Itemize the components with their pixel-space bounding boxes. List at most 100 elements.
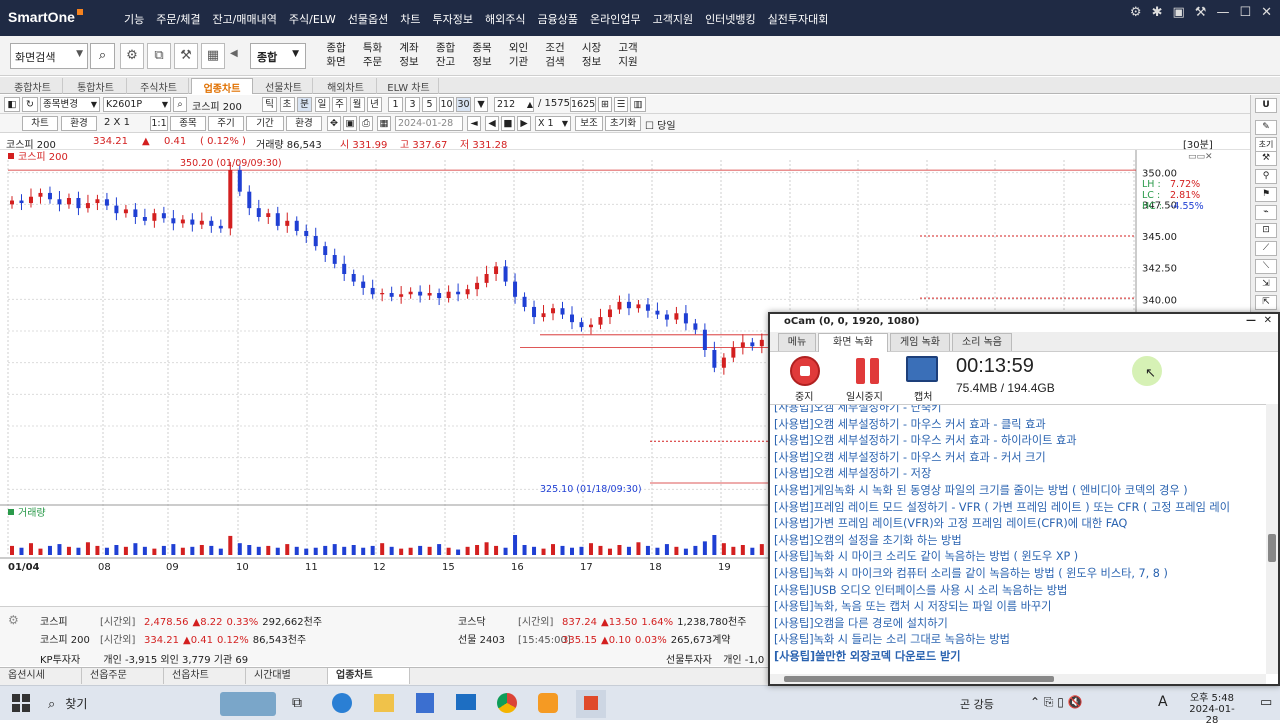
settings-icon[interactable]: ✱ — [1152, 5, 1163, 20]
menu-item[interactable]: 주문/체결 — [150, 11, 206, 27]
help-link[interactable]: [사용팁]USB 오디오 인터페이스를 사용 시 소리 녹음하는 방법 — [774, 582, 1067, 598]
chart-tab[interactable]: 업종차트 — [191, 78, 253, 95]
interval-dropdown[interactable]: ▼ — [474, 97, 488, 112]
notification-icon[interactable]: ▭ — [1260, 695, 1272, 710]
edge-icon[interactable] — [332, 693, 352, 713]
refresh-button[interactable]: ↻ — [22, 97, 38, 112]
assist-button[interactable]: 보조 — [575, 116, 603, 131]
help-link[interactable]: [사용법]오캠 세부설정하기 - 마우스 커서 효과 - 커서 크기 — [774, 449, 1046, 465]
toolbar-menu-item[interactable]: 종목 정보 — [464, 41, 500, 69]
windows-start-icon[interactable] — [12, 694, 30, 712]
menu-item[interactable]: 차트 — [394, 11, 426, 27]
help-link[interactable]: [사용법]오캠 세부설정하기 - 마우스 커서 효과 - 클릭 효과 — [774, 416, 1046, 432]
today-checkbox[interactable]: ☐ 당일 — [645, 117, 676, 132]
menu-item[interactable]: 실전투자대회 — [762, 11, 835, 27]
reset-button[interactable]: 초기화 — [605, 116, 641, 131]
draw-tool-5[interactable]: ⌁ — [1255, 205, 1277, 220]
period-button[interactable]: 초 — [279, 97, 295, 112]
chart-tab[interactable]: 해외차트 — [315, 78, 377, 94]
bottom-tab[interactable]: 시간대별 — [246, 668, 328, 684]
tools-icon[interactable]: ⚒ — [1195, 5, 1207, 20]
move-button[interactable]: ✥ — [327, 116, 341, 131]
clock[interactable]: 오후 5:48 2024-01-28 — [1184, 689, 1240, 726]
new-window-button[interactable]: ⧉ — [147, 43, 171, 69]
minimize-icon[interactable]: — — [1216, 5, 1229, 20]
help-link[interactable]: [사용법]프레임 레이트 모드 설정하기 - VFR ( 가변 프레임 레이트 … — [774, 499, 1230, 515]
chrome-icon[interactable] — [497, 693, 517, 713]
layout-button[interactable]: ▦ — [201, 43, 225, 69]
stop-button[interactable]: ■ — [501, 116, 515, 131]
help-link[interactable]: [사용법]오캠 세부설정하기 - 마우스 커서 효과 - 하이라이트 효과 — [774, 432, 1077, 448]
chart-style-button[interactable]: ▥ — [630, 97, 646, 112]
menu-item[interactable]: 잔고/매매내역 — [206, 11, 282, 27]
draw-tool-2[interactable]: ⚒ — [1255, 151, 1277, 166]
bottom-tab[interactable]: 업종차트 — [328, 668, 410, 684]
chevron-down-icon[interactable]: ▼ — [76, 49, 83, 59]
gear-icon[interactable]: ⚙ — [1130, 5, 1142, 20]
task-view-icon[interactable]: ⧉ — [292, 695, 302, 711]
window-icon[interactable]: ▣ — [1172, 5, 1184, 20]
menu-item[interactable]: 해외주식 — [479, 11, 531, 27]
interval-button[interactable]: 30 — [456, 97, 471, 112]
help-link[interactable]: [사용법]가변 프레임 레이트(VFR)와 고정 프레임 레이트(CFR)에 대… — [774, 515, 1127, 531]
draw-tool-4[interactable]: ⚑ — [1255, 187, 1277, 202]
chart-tab[interactable]: ELW 차트 — [379, 78, 439, 94]
draw-tool-7[interactable]: ⟋ — [1255, 241, 1277, 256]
interval-button[interactable]: 3 — [405, 97, 420, 112]
ratio-button[interactable]: 1:1 — [150, 116, 168, 131]
vertical-scrollbar[interactable] — [1266, 404, 1278, 674]
prev-page-button[interactable]: ◀ — [485, 116, 499, 131]
close-icon[interactable]: ✕ — [1264, 315, 1272, 326]
toolbar-menu-item[interactable]: 종합 잔고 — [428, 41, 464, 69]
zoom-button[interactable]: ⊞ — [598, 97, 612, 112]
draw-tool-6[interactable]: ⊡ — [1255, 223, 1277, 238]
help-link[interactable]: [사용법]오캠의 설정을 초기화 하는 방법 — [774, 532, 962, 548]
interval-button[interactable]: 1 — [388, 97, 403, 112]
maximize-icon[interactable]: ☐ — [1239, 5, 1251, 20]
bottom-tab[interactable]: 선옵주문 — [82, 668, 164, 684]
period-button[interactable]: 틱 — [262, 97, 277, 112]
period-range-button[interactable]: 기간 — [246, 116, 284, 131]
capture-monitor-icon[interactable] — [906, 356, 938, 382]
gear-icon[interactable]: ⚙ — [8, 613, 19, 627]
menu-item[interactable]: 투자정보 — [427, 11, 479, 27]
menu-combo[interactable]: 종합 ▼ — [250, 43, 306, 69]
scroll-left-icon[interactable]: ◀ — [230, 48, 238, 59]
period-button[interactable]: 년 — [367, 97, 382, 112]
store-icon[interactable] — [416, 693, 434, 713]
multiplier-select[interactable]: X 1 ▼ — [535, 116, 571, 131]
page-size-input[interactable]: 1625 — [570, 97, 596, 112]
help-link[interactable]: [사용법]오캠 세부설정하기 - 단축키 — [774, 405, 942, 415]
toolbar-menu-item[interactable]: 시장 정보 — [574, 41, 610, 69]
chart-tab[interactable]: 종합차트 — [3, 78, 63, 94]
menu-item[interactable]: 기능 — [118, 11, 150, 27]
ocam-tab[interactable]: 메뉴 — [778, 333, 816, 351]
toolbar-menu-item[interactable]: 계좌 정보 — [391, 41, 427, 69]
weather-widget-icon[interactable] — [220, 692, 276, 716]
period-button[interactable]: 일 — [314, 97, 330, 112]
market-row[interactable]: 코스닥 [시간외] 837.24 ▲13.50 1.64% 1,238,780천주 — [458, 613, 746, 628]
menu-item[interactable]: 인터넷뱅킹 — [699, 11, 762, 27]
toolbar-menu-item[interactable]: 특화 주문 — [355, 41, 391, 69]
tool-button[interactable]: ⚒ — [174, 43, 198, 69]
ocam-app-icon[interactable] — [538, 693, 558, 713]
screen-search-input[interactable]: 화면검색 ▼ — [10, 43, 88, 69]
stock-button[interactable]: 종목 — [170, 116, 206, 131]
lock-button[interactable]: ◧ — [4, 97, 20, 112]
interval-button[interactable]: 5 — [422, 97, 437, 112]
ocam-tab[interactable]: 화면 녹화 — [818, 333, 888, 352]
mail-icon[interactable] — [456, 694, 476, 710]
bottom-tab[interactable]: 선옵차트 — [164, 668, 246, 684]
environment-button[interactable]: 환경 — [61, 116, 97, 131]
chart-tab[interactable]: 주식차트 — [129, 78, 189, 94]
code-input[interactable]: K2601P ▼ — [103, 97, 171, 112]
period-button[interactable]: 월 — [349, 97, 365, 112]
period-button[interactable]: 분 — [297, 97, 312, 112]
folder-icon[interactable] — [374, 694, 394, 712]
calendar-button[interactable]: ▦ — [377, 116, 391, 131]
menu-item[interactable]: 선물옵션 — [342, 11, 394, 27]
next-page-button[interactable]: ▶ — [517, 116, 531, 131]
draw-tool-8[interactable]: ⟍ — [1255, 259, 1277, 274]
chart-button[interactable]: 차트 — [22, 116, 58, 131]
minimize-icon[interactable]: — — [1246, 315, 1256, 326]
